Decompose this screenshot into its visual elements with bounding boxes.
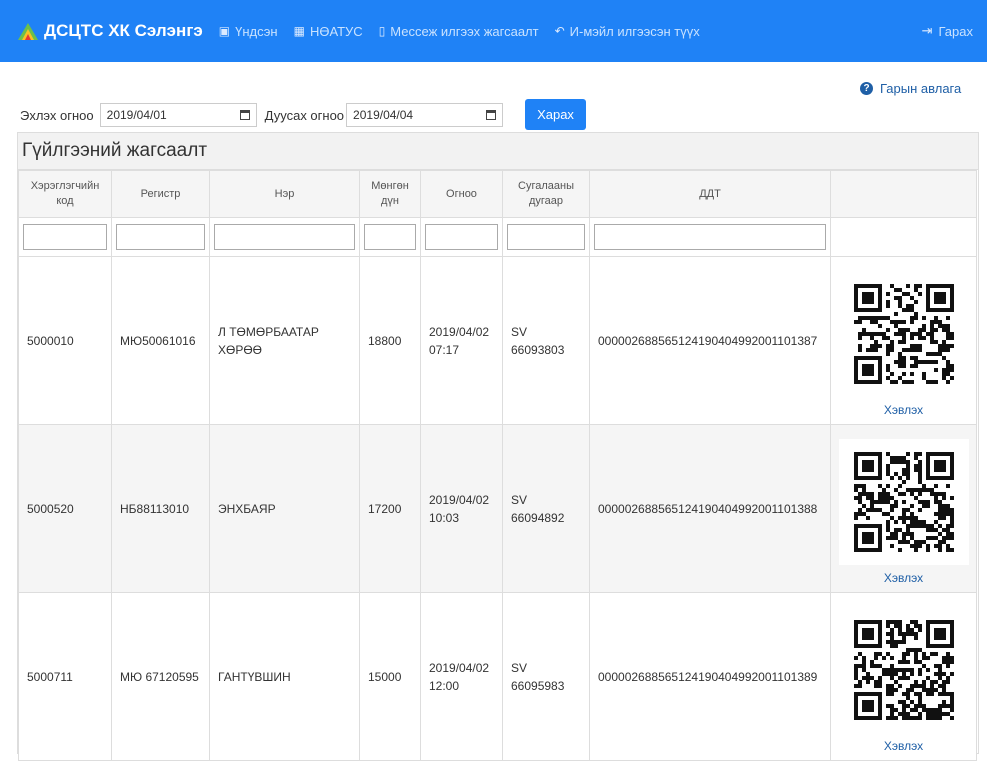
calendar-icon[interactable]	[486, 110, 497, 120]
cell-date: 2019/04/02 12:00	[420, 592, 503, 761]
nav-item-label: Үндсэн	[235, 23, 278, 39]
col-header-date[interactable]: Огноо	[420, 170, 503, 218]
filter-user-code-input[interactable]	[23, 224, 107, 250]
cell-amount: 18800	[359, 256, 421, 425]
cell-user-code: 5000711	[18, 592, 112, 761]
qr-code-image	[838, 438, 969, 565]
cell-qr: Хэвлэх	[830, 256, 977, 425]
nav-item-label: И-мэйл илгээсэн түүх	[569, 23, 700, 39]
filter-amount-input[interactable]	[364, 224, 416, 250]
cell-qr: Хэвлэх	[830, 592, 977, 761]
col-header-qr	[830, 170, 977, 218]
cell-ddt: 000002688565124190404992001101387	[589, 256, 831, 425]
transactions-panel: Гүйлгээний жагсаалт Хэрэглэгчийн код Реги…	[17, 132, 979, 761]
col-header-amount[interactable]: Мөнгөн дүн	[359, 170, 421, 218]
qr-code-image	[838, 606, 969, 733]
brand-label: ДСЦТС ХК Сэлэнгэ	[44, 21, 203, 40]
nav-item-vat[interactable]: ▦ НӨАТУС	[294, 24, 363, 39]
filter-lottery-input[interactable]	[507, 224, 585, 250]
print-link[interactable]: Хэвлэх	[831, 737, 976, 755]
question-icon: ?	[860, 82, 873, 95]
cell-lottery: SV 66093803	[502, 256, 590, 425]
nav-item-email-history[interactable]: ↶ И-мэйл илгээсэн түүх	[555, 24, 700, 39]
cell-name: ЭНХБАЯР	[209, 424, 360, 593]
filter-ddt-input[interactable]	[594, 224, 826, 250]
nav-item-label: Мессеж илгээх жагсаалт	[390, 23, 539, 39]
panel-title: Гүйлгээний жагсаалт	[18, 133, 978, 170]
barcode-icon: ▦	[293, 24, 305, 38]
cell-user-code: 5000520	[18, 424, 112, 593]
cell-name: Л ТӨМӨРБААТАР ХӨРӨӨ	[209, 256, 360, 425]
table-row[interactable]: 5000520 НБ88113010 ЭНХБАЯР 17200 2019/04/02 1…	[18, 424, 977, 593]
logo-icon	[18, 22, 38, 40]
cell-name: ГАНТҮВШИН	[209, 592, 360, 761]
transactions-table: Хэрэглэгчийн код Регистр Нэр Мөнгөн дүн Ог…	[18, 170, 977, 761]
mobile-icon: ▯	[378, 24, 386, 38]
cell-date: 2019/04/02 07:17	[420, 256, 503, 425]
help-label: Гарын авлага	[880, 81, 962, 96]
reply-icon: ↶	[554, 24, 565, 38]
filter-date-input[interactable]	[425, 224, 498, 250]
filter-name-input[interactable]	[214, 224, 355, 250]
calendar-icon[interactable]	[239, 110, 250, 120]
qr-code-image	[838, 270, 969, 397]
start-date-value: 2019/04/01	[106, 108, 167, 122]
cell-amount: 15000	[359, 592, 421, 761]
qr-code-icon	[853, 619, 954, 720]
cell-register: НБ88113010	[111, 424, 210, 593]
document-icon: ▣	[218, 24, 231, 38]
end-date-value: 2019/04/04	[353, 108, 414, 122]
end-date-label: Дуусах огноо	[264, 107, 345, 123]
print-link[interactable]: Хэвлэх	[831, 569, 976, 587]
qr-code-icon	[853, 283, 954, 384]
nav-item-sms-list[interactable]: ▯ Мессеж илгээх жагсаалт	[379, 24, 539, 39]
qr-code-icon	[853, 451, 954, 552]
col-header-register[interactable]: Регистр	[111, 170, 210, 218]
table-row[interactable]: 5000711 МЮ 67120595 ГАНТҮВШИН 15000 2019/04/…	[18, 592, 977, 761]
cell-register: МЮ 67120595	[111, 592, 210, 761]
sign-out-icon: ⇥	[921, 23, 933, 38]
help-link[interactable]: ? Гарын авлага	[860, 81, 961, 96]
cell-amount: 17200	[359, 424, 421, 593]
print-link[interactable]: Хэвлэх	[831, 401, 976, 419]
cell-register: МЮ50061016	[111, 256, 210, 425]
cell-qr: Хэвлэх	[830, 424, 977, 593]
start-date-input[interactable]: 2019/04/01	[99, 103, 257, 127]
nav-item-label: НӨАТУС	[309, 23, 363, 39]
start-date-label: Эхлэх огноо	[20, 107, 94, 123]
cell-lottery: SV 66094892	[502, 424, 590, 593]
cell-date: 2019/04/02 10:03	[420, 424, 503, 593]
col-header-lottery[interactable]: Сугалааны дугаар	[502, 170, 590, 218]
col-header-name[interactable]: Нэр	[209, 170, 360, 218]
logout-label: Гарах	[938, 23, 974, 39]
cell-user-code: 5000010	[18, 256, 112, 425]
brand[interactable]: ДСЦТС ХК Сэлэнгэ	[18, 21, 203, 41]
col-header-user-code[interactable]: Хэрэглэгчийн код	[18, 170, 112, 218]
top-navbar: ДСЦТС ХК Сэлэнгэ ▣ Үндсэн ▦ НӨАТУС ▯ Мес…	[0, 0, 987, 62]
date-filter: Эхлэх огноо 2019/04/01 Дуусах огноо 2019…	[20, 102, 504, 128]
cell-ddt: 000002688565124190404992001101389	[589, 592, 831, 761]
view-button[interactable]: Харах	[525, 99, 586, 130]
table-header-row: Хэрэглэгчийн код Регистр Нэр Мөнгөн дүн Ог…	[18, 170, 977, 218]
table-row[interactable]: 5000010 МЮ50061016 Л ТӨМӨРБААТАР ХӨРӨӨ 18800…	[18, 256, 977, 425]
cell-lottery: SV 66095983	[502, 592, 590, 761]
nav-item-main[interactable]: ▣ Үндсэн	[219, 24, 278, 39]
logout-link[interactable]: ⇥ Гарах	[922, 0, 973, 62]
column-filter-row	[18, 217, 977, 257]
filter-register-input[interactable]	[116, 224, 205, 250]
end-date-input[interactable]: 2019/04/04	[346, 103, 504, 127]
col-header-ddt[interactable]: ДДТ	[589, 170, 831, 218]
cell-ddt: 000002688565124190404992001101388	[589, 424, 831, 593]
